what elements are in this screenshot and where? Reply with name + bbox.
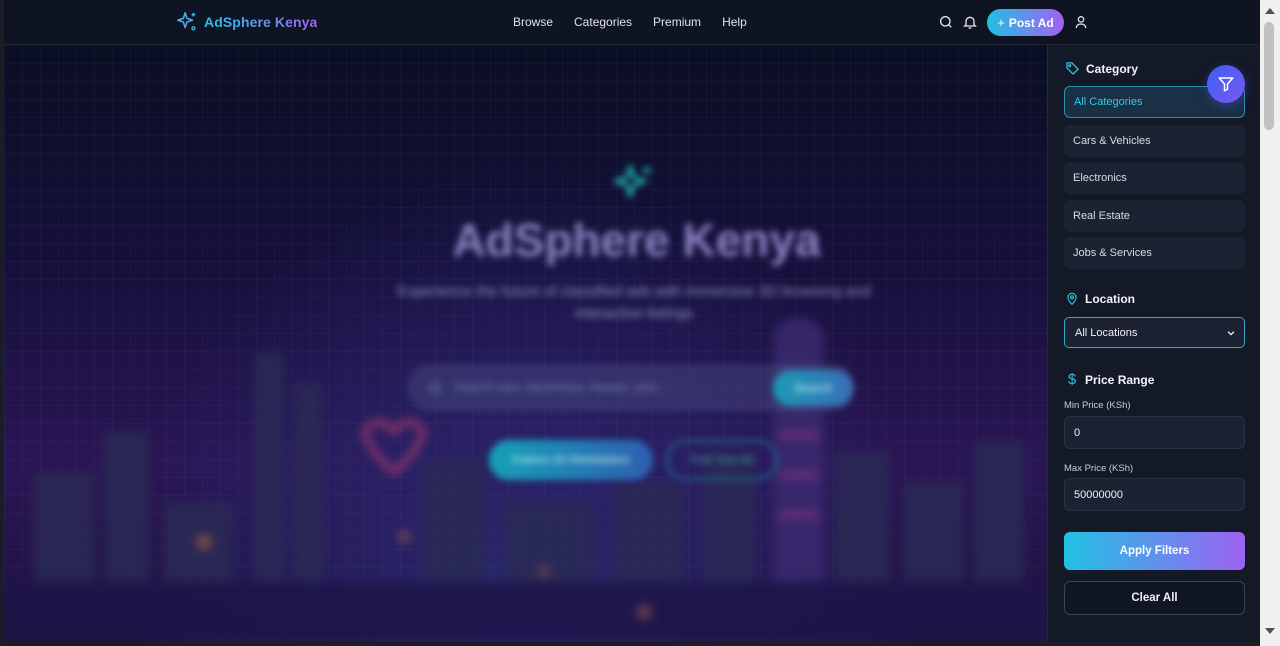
map-pin-icon (1067, 292, 1077, 306)
top-navbar: AdSphere Kenya Browse Categories Premium… (4, 0, 1260, 45)
category-jobs-services[interactable]: Jobs & Services (1064, 237, 1245, 269)
brand-name: AdSphere Kenya (204, 14, 318, 30)
hero-title: AdSphere Kenya (4, 213, 1047, 267)
min-price-input[interactable]: 0 (1064, 416, 1245, 449)
explore-3d-button[interactable]: Explore 3D Marketplace (489, 440, 653, 480)
hero-sparkle-icon (614, 165, 651, 198)
apply-filters-button[interactable]: Apply Filters (1064, 532, 1245, 570)
nav-help[interactable]: Help (722, 15, 747, 29)
sparkle-logo-icon (177, 12, 196, 31)
hero-search-button[interactable]: Search (773, 370, 853, 406)
tag-icon (1066, 62, 1080, 76)
location-select[interactable]: All Locations (1064, 317, 1245, 348)
category-section-title: Category (1065, 61, 1138, 76)
hero-content: AdSphere Kenya Experience the future of … (4, 45, 1047, 642)
brand-logo[interactable]: AdSphere Kenya (176, 11, 317, 33)
chevron-down-icon (1227, 331, 1235, 336)
post-your-ad-button[interactable]: Post Your Ad (666, 440, 778, 480)
page-scrollbar[interactable] (1260, 0, 1280, 646)
scrollbar-thumb[interactable] (1264, 22, 1274, 130)
post-ad-button[interactable]: + Post Ad (987, 9, 1064, 36)
search-icon (429, 382, 441, 394)
nav-premium[interactable]: Premium (653, 15, 701, 29)
filter-toggle-button[interactable] (1207, 65, 1245, 103)
filter-icon (1218, 77, 1234, 92)
category-title-label: Category (1086, 61, 1139, 76)
category-real-estate[interactable]: Real Estate (1064, 200, 1245, 232)
max-price-label: Max Price (KSh) (1064, 463, 1134, 474)
location-selected-value: All Locations (1075, 326, 1138, 339)
filter-sidebar: Category All Categories Cars & Vehicles … (1047, 45, 1260, 642)
scroll-up-arrow-icon[interactable] (1265, 8, 1275, 14)
dollar-icon: $ (1067, 371, 1077, 388)
user-icon[interactable] (1073, 14, 1089, 30)
price-title-label: Price Range (1085, 372, 1155, 387)
post-ad-label: Post Ad (1008, 15, 1054, 30)
hero-section: AdSphere Kenya Experience the future of … (4, 45, 1047, 642)
main-nav: Browse Categories Premium Help (513, 15, 747, 29)
scroll-down-arrow-icon[interactable] (1265, 628, 1275, 634)
nav-categories[interactable]: Categories (574, 15, 632, 29)
clear-all-button[interactable]: Clear All (1064, 581, 1245, 615)
max-price-input[interactable]: 50000000 (1064, 478, 1245, 511)
bell-icon[interactable] (962, 14, 978, 30)
plus-icon: + (997, 15, 1005, 30)
nav-browse[interactable]: Browse (513, 15, 553, 29)
hero-subtitle: Experience the future of classified ads … (397, 283, 871, 322)
search-icon[interactable] (938, 14, 954, 30)
category-cars-vehicles[interactable]: Cars & Vehicles (1064, 125, 1245, 157)
min-price-label: Min Price (KSh) (1064, 400, 1131, 411)
category-electronics[interactable]: Electronics (1064, 162, 1245, 194)
hero-search-bar[interactable]: Search cars, electronics, houses, jobs..… (408, 365, 854, 410)
price-section-title: $ Price Range (1065, 371, 1155, 388)
location-section-title: Location (1065, 291, 1135, 306)
location-title-label: Location (1085, 291, 1135, 306)
hero-search-placeholder: Search cars, electronics, houses, jobs..… (455, 380, 668, 394)
